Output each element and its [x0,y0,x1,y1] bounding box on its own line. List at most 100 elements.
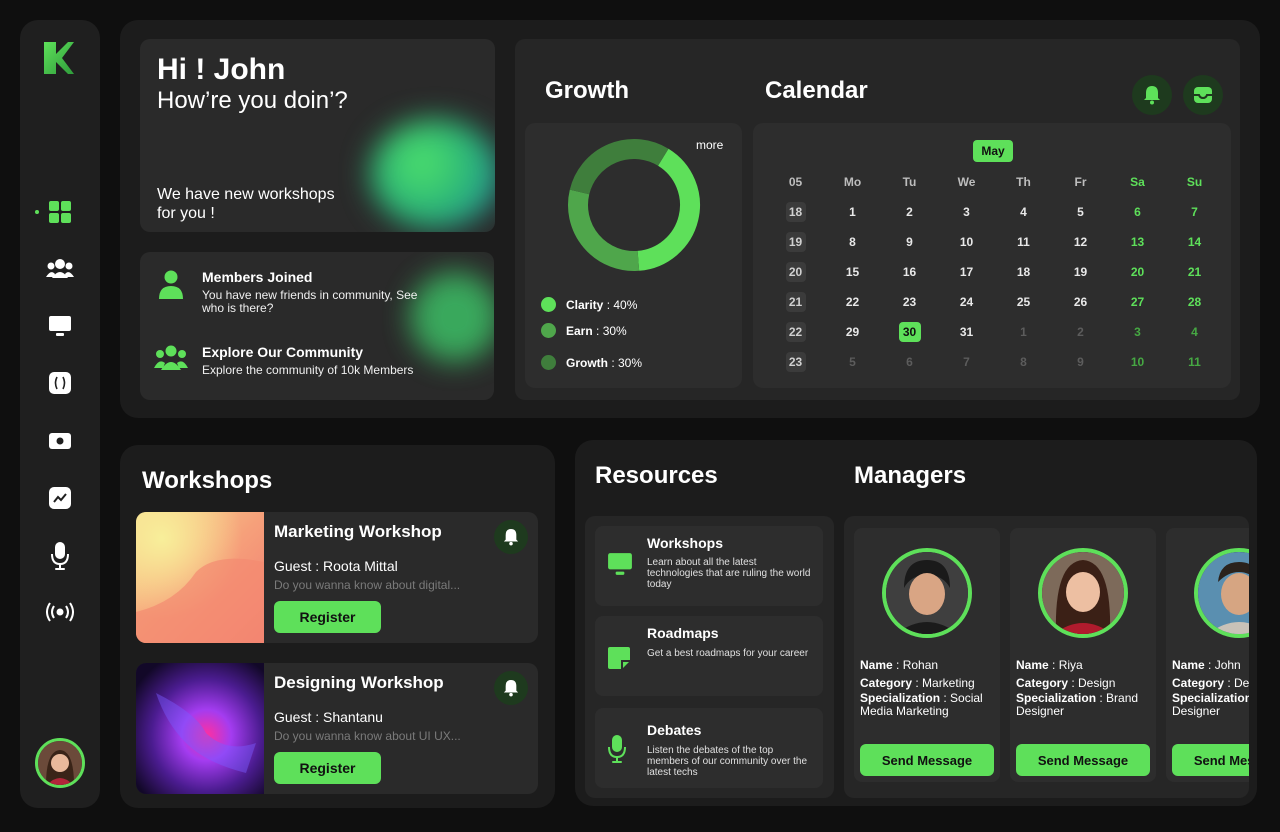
spec-label: Specialization [1172,691,1249,705]
book-icon [49,372,71,394]
calendar-day[interactable]: 11 [995,227,1052,257]
manager-name: : Riya [1048,658,1083,672]
workshop-card: Marketing Workshop Guest : Roota Mittal … [136,512,538,643]
calendar-day[interactable]: 27 [1109,287,1166,317]
calendar-day[interactable]: 8 [995,347,1052,377]
calendar-day[interactable]: 8 [824,227,881,257]
calendar-day[interactable]: 21 [1166,257,1223,287]
resource-item-workshops[interactable]: Workshops Learn about all the latest tec… [595,526,823,606]
greeting-subtitle: How’re you doin’? [157,87,348,114]
legend-earn: Earn : 30% [541,323,627,338]
calendar-day[interactable]: 2 [881,197,938,227]
nav-podcast[interactable] [20,541,100,571]
workshop-card: Designing Workshop Guest : Shantanu Do y… [136,663,538,794]
calendar-day[interactable]: 17 [938,257,995,287]
calendar-day[interactable]: 4 [1166,317,1223,347]
month-badge[interactable]: May [973,140,1013,162]
calendar-day[interactable]: 5 [1052,197,1109,227]
resource-item-roadmaps[interactable]: Roadmaps Get a best roadmaps for your ca… [595,616,823,696]
week-number: 21 [767,287,824,317]
notification-button[interactable] [1132,75,1172,115]
day-label: 3 [1134,325,1141,339]
calendar-day[interactable]: 19 [1052,257,1109,287]
community-icon [154,345,188,370]
week-number: 23 [767,347,824,377]
calendar-day[interactable]: 6 [1109,197,1166,227]
nav-live[interactable] [20,601,100,623]
week-number-label: 21 [785,292,806,312]
day-label: 31 [959,325,974,339]
calendar-day[interactable]: 24 [938,287,995,317]
day-label: 15 [845,265,860,279]
legend-clarity: Clarity : 40% [541,297,637,312]
calendar-day[interactable]: 20 [1109,257,1166,287]
nav-monitor[interactable] [20,315,100,337]
nav-community[interactable] [20,258,100,280]
calendar-day[interactable]: 1 [995,317,1052,347]
calendar-day[interactable]: 3 [938,197,995,227]
members-desc: You have new friends in community, See w… [202,288,418,315]
calendar-day[interactable]: 7 [938,347,995,377]
calendar-day[interactable]: 6 [881,347,938,377]
calendar-day[interactable]: 3 [1109,317,1166,347]
calendar-day[interactable]: 11 [1166,347,1223,377]
day-label: 18 [1016,265,1031,279]
calendar-day[interactable]: 28 [1166,287,1223,317]
calendar-day[interactable]: 4 [995,197,1052,227]
register-button[interactable]: Register [274,752,381,784]
calendar-day[interactable]: 13 [1109,227,1166,257]
calendar-day[interactable]: 23 [881,287,938,317]
calendar-day[interactable]: 10 [938,227,995,257]
nav-dashboard[interactable] [20,200,100,224]
calendar-day[interactable]: 31 [938,317,995,347]
nav-video[interactable] [20,430,100,452]
calendar-day[interactable]: 10 [1109,347,1166,377]
members-joined-item[interactable]: Members Joined You have new friends in c… [154,269,432,315]
calendar-day[interactable]: 15 [824,257,881,287]
calendar-day[interactable]: 25 [995,287,1052,317]
nav-analytics[interactable] [20,486,100,510]
day-label: 6 [906,355,913,369]
donut-slice-growth [569,139,669,195]
week-number-label: 23 [785,352,806,372]
name-label: Name [1172,658,1205,672]
microphone-icon [51,542,69,570]
grid-icon [49,201,71,223]
workshop-image [136,512,264,643]
explore-community-item[interactable]: Explore Our Community Explore the commun… [154,344,432,377]
calendar-day[interactable]: 14 [1166,227,1223,257]
nav-book[interactable] [20,371,100,395]
calendar-day[interactable]: 2 [1052,317,1109,347]
calendar-day[interactable]: 26 [1052,287,1109,317]
day-label: 3 [963,205,970,219]
send-message-button[interactable]: Send Message [1172,744,1249,776]
workshop-bell-button[interactable] [494,520,528,554]
workshop-bell-button[interactable] [494,671,528,705]
calendar-day[interactable]: 7 [1166,197,1223,227]
send-message-button[interactable]: Send Message [860,744,994,776]
resource-item-debates[interactable]: Debates Listen the debates of the top me… [595,708,823,788]
calendar-day[interactable]: 22 [824,287,881,317]
legend-value: : 30% [592,323,627,338]
day-label: 21 [1187,265,1202,279]
register-button[interactable]: Register [274,601,381,633]
calendar-day[interactable]: 16 [881,257,938,287]
spec-label: Specialization [860,691,941,705]
bell-icon [503,680,519,697]
calendar-day[interactable]: 29 [824,317,881,347]
week-number: 20 [767,257,824,287]
user-avatar[interactable] [35,738,85,788]
inbox-button[interactable] [1183,75,1223,115]
calendar-day[interactable]: 9 [1052,347,1109,377]
calendar-day[interactable]: 18 [995,257,1052,287]
calendar-day[interactable]: 1 [824,197,881,227]
name-label: Name [860,658,893,672]
calendar-day[interactable]: 30 [881,317,938,347]
category-label: Category [1172,676,1225,690]
day-label: 6 [1134,205,1141,219]
calendar-day[interactable]: 12 [1052,227,1109,257]
category-label: Category [1016,676,1069,690]
calendar-day[interactable]: 5 [824,347,881,377]
calendar-day[interactable]: 9 [881,227,938,257]
send-message-button[interactable]: Send Message [1016,744,1150,776]
